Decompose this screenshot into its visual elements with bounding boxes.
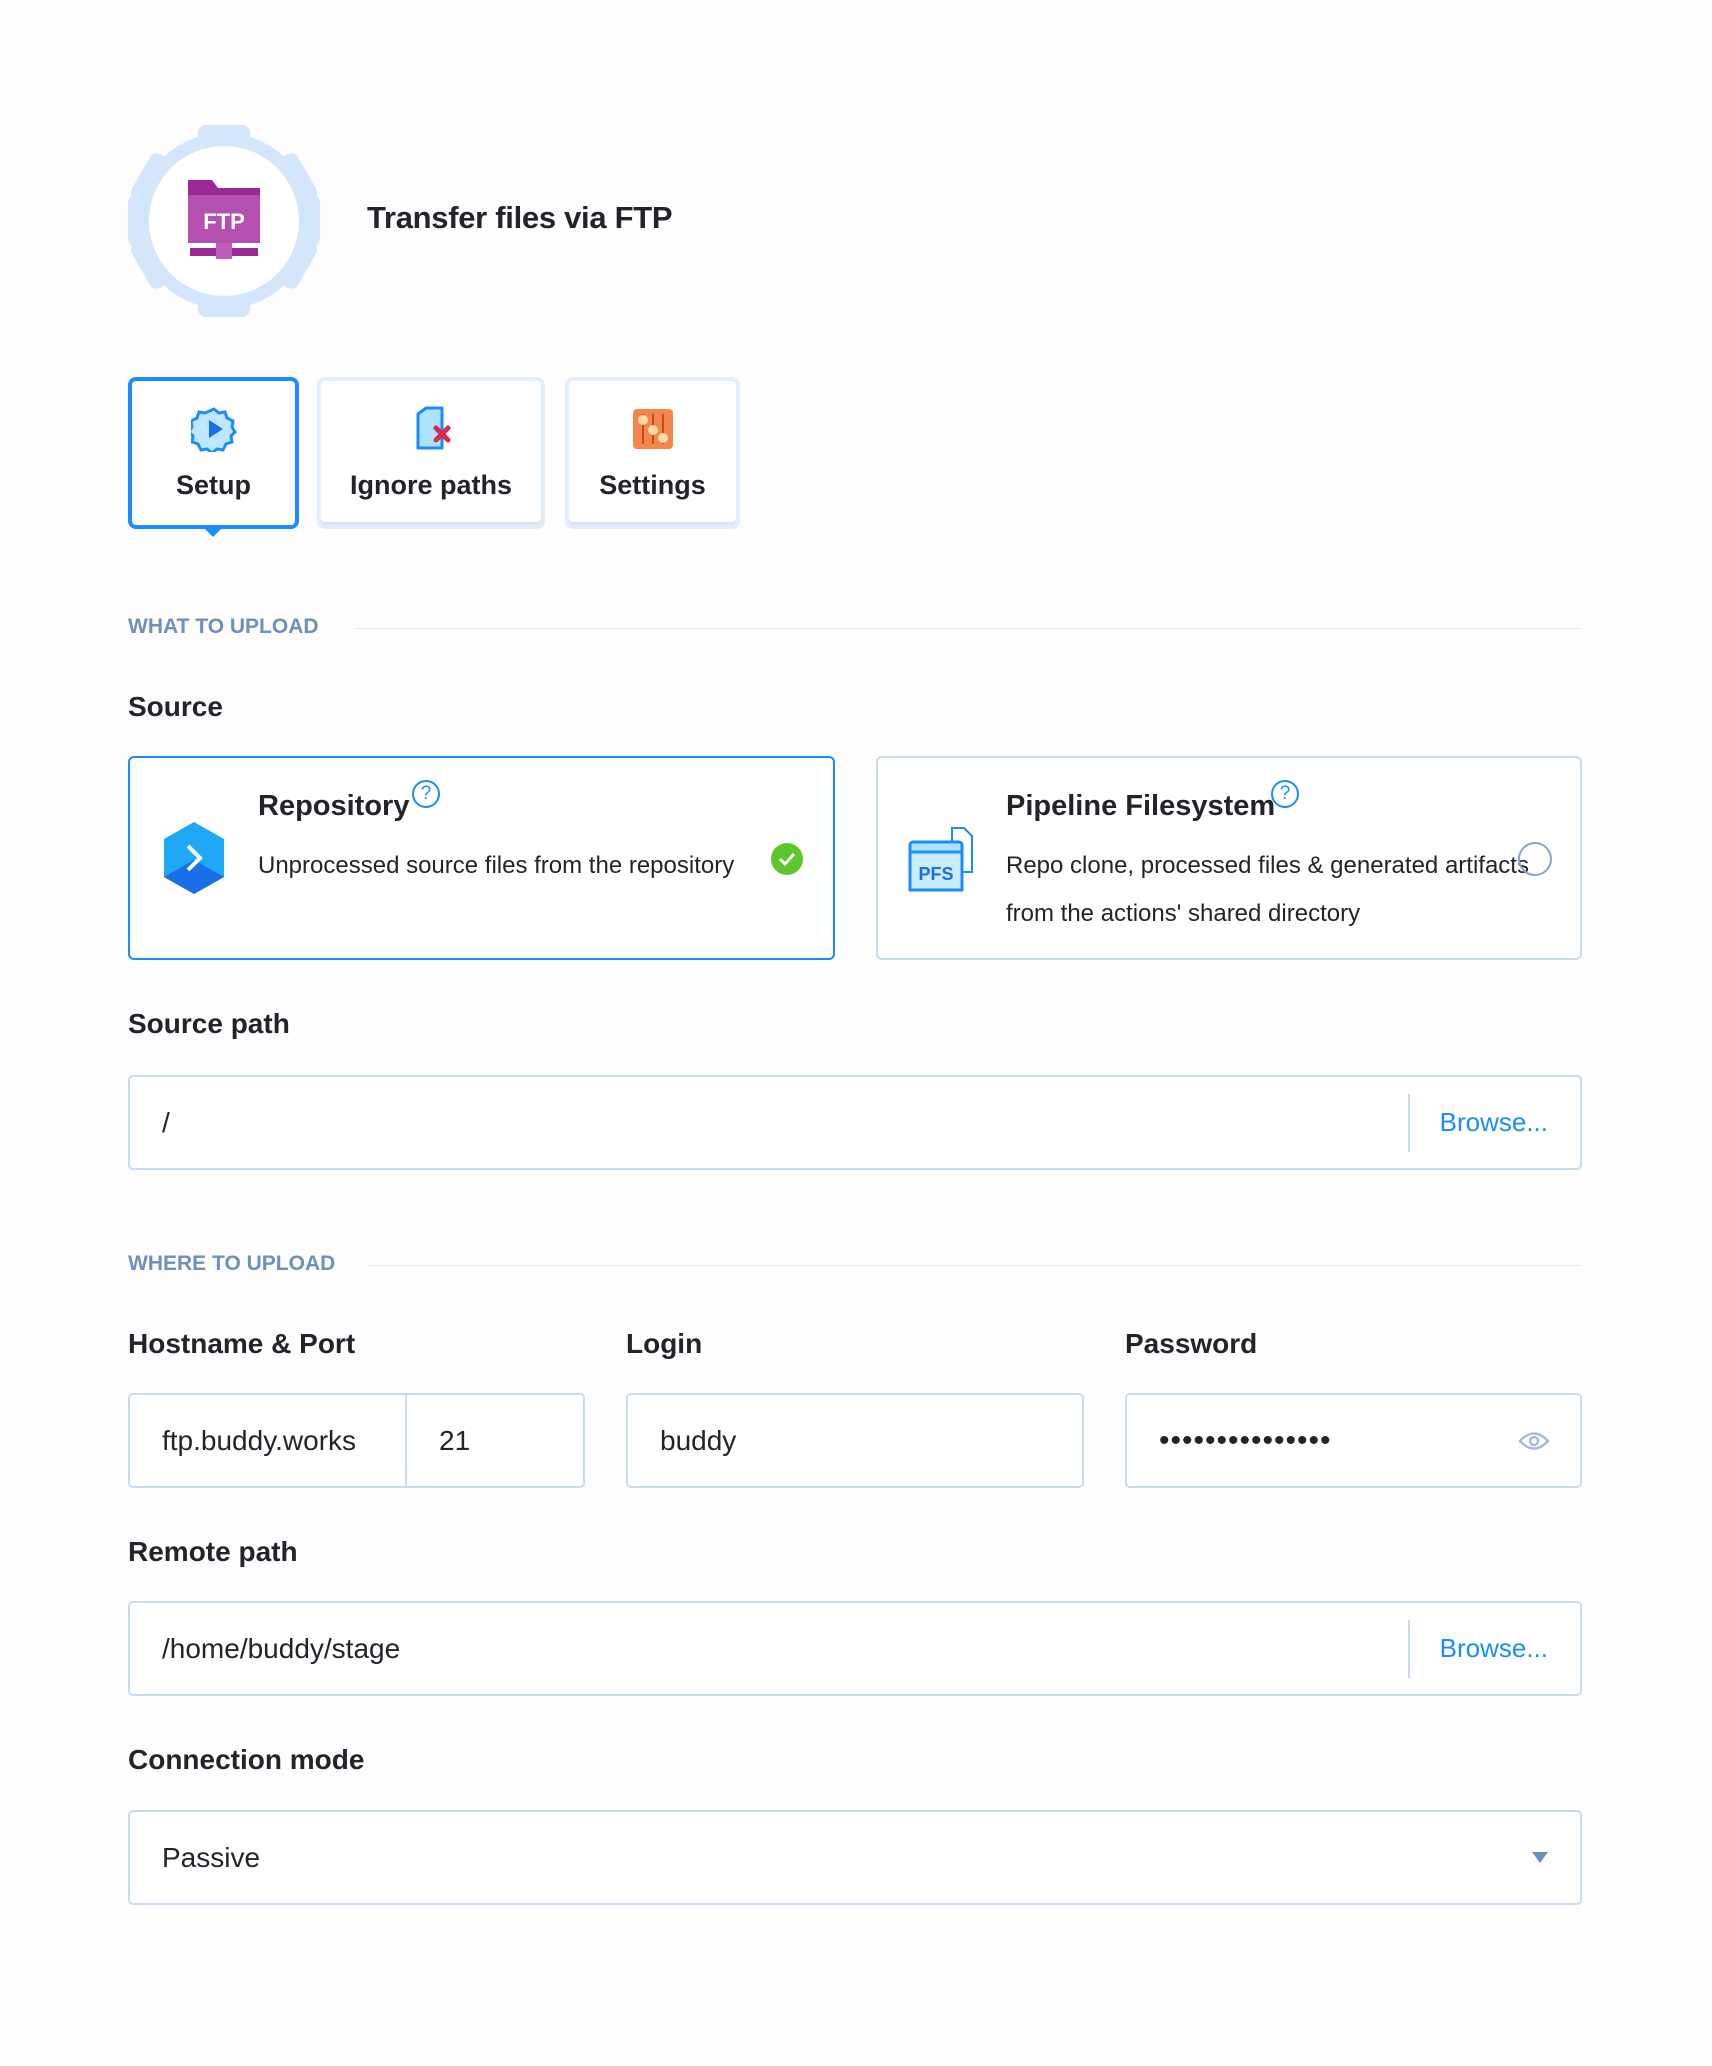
- tab-label: Setup: [175, 469, 251, 500]
- page-title: Transfer files via FTP: [367, 200, 673, 235]
- file-x-icon: [416, 406, 451, 449]
- divider: [355, 628, 1582, 629]
- tab-label: Ignore paths: [349, 469, 512, 500]
- tab-settings[interactable]: Settings: [565, 377, 740, 529]
- connection-mode-select[interactable]: Passive: [128, 1810, 1582, 1905]
- pfs-icon: PFS: [908, 827, 973, 892]
- active-tab-caret: [203, 527, 223, 537]
- section-where-to-upload: WHERE TO UPLOAD: [128, 1252, 336, 1275]
- chevron-down-icon: [1532, 1852, 1548, 1863]
- help-icon[interactable]: ?: [412, 780, 440, 808]
- sliders-icon: [632, 408, 673, 449]
- login-label: Login: [626, 1328, 703, 1359]
- hostname-port-field[interactable]: ftp.buddy.works 21: [128, 1393, 585, 1488]
- tab-label: Settings: [599, 469, 706, 500]
- hostname-label: Hostname & Port: [128, 1328, 356, 1359]
- source-label: Source: [128, 691, 223, 722]
- password-label: Password: [1125, 1328, 1258, 1359]
- svg-text:FTP: FTP: [203, 209, 245, 234]
- connection-mode-label: Connection mode: [128, 1744, 365, 1775]
- radio-unchecked[interactable]: [1518, 842, 1552, 876]
- gear-play-icon: [190, 406, 237, 452]
- option-title: Pipeline Filesystem: [1006, 790, 1276, 822]
- check-circle-icon: [771, 843, 803, 875]
- tab-ignore-paths[interactable]: Ignore paths: [317, 377, 545, 529]
- tab-setup[interactable]: Setup: [128, 377, 299, 529]
- repository-icon: [164, 822, 224, 894]
- browse-source-button[interactable]: Browse...: [1407, 1093, 1580, 1152]
- source-path-label: Source path: [128, 1008, 290, 1039]
- remote-path-label: Remote path: [128, 1536, 298, 1567]
- source-path-input[interactable]: /: [130, 1107, 1408, 1139]
- remote-path-input[interactable]: /home/buddy/stage: [130, 1633, 1408, 1665]
- svg-text:PFS: PFS: [918, 864, 953, 884]
- ftp-logo: FTP: [128, 125, 320, 317]
- connection-mode-value: Passive: [162, 1841, 261, 1873]
- divider: [367, 1265, 1582, 1266]
- option-description: Repo clone, processed files & generated …: [1006, 852, 1529, 927]
- eye-icon[interactable]: [1518, 1430, 1550, 1452]
- source-path-field[interactable]: / Browse...: [128, 1075, 1582, 1170]
- hostname-input[interactable]: ftp.buddy.works: [130, 1395, 407, 1486]
- login-input[interactable]: buddy: [628, 1425, 1082, 1457]
- remote-path-field[interactable]: /home/buddy/stage Browse...: [128, 1601, 1582, 1696]
- login-field[interactable]: buddy: [626, 1393, 1084, 1488]
- option-description: Unprocessed source files from the reposi…: [258, 852, 735, 879]
- help-icon[interactable]: ?: [1271, 780, 1299, 808]
- section-what-to-upload: WHAT TO UPLOAD: [128, 615, 319, 638]
- password-input[interactable]: •••••••••••••••: [1127, 1424, 1518, 1458]
- password-field[interactable]: •••••••••••••••: [1125, 1393, 1582, 1488]
- port-input[interactable]: 21: [407, 1425, 470, 1457]
- option-title: Repository: [258, 790, 410, 822]
- source-option-repository[interactable]: Repository ? Unprocessed source files fr…: [128, 756, 835, 960]
- source-option-pipeline-filesystem[interactable]: PFS Pipeline Filesystem ? Repo clone, pr…: [876, 756, 1582, 960]
- browse-remote-button[interactable]: Browse...: [1407, 1619, 1580, 1678]
